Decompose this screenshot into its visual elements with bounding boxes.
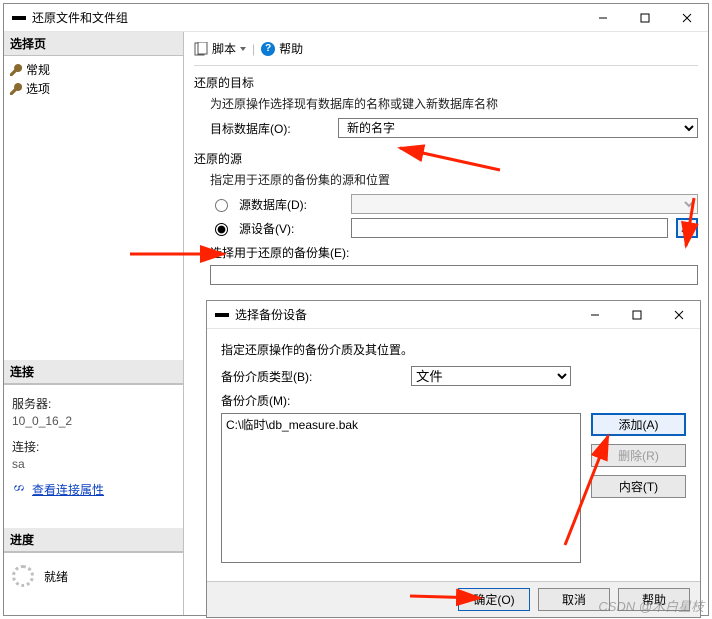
minimize-button[interactable] [582, 4, 624, 31]
media-type-combo[interactable]: 文件 [411, 366, 571, 386]
connection-header: 连接 [4, 360, 183, 384]
content-toolbar: 脚本 | ? 帮助 [194, 38, 698, 66]
destination-title: 还原的目标 [194, 74, 698, 91]
chevron-down-icon [240, 47, 246, 51]
help-icon: ? [261, 42, 275, 56]
backup-sets-grid[interactable] [210, 265, 698, 285]
window-title: 还原文件和文件组 [32, 9, 582, 26]
contents-button[interactable]: 内容(T) [591, 475, 686, 498]
sidebar-item-label: 选项 [26, 80, 50, 97]
ok-button[interactable]: 确定(O) [458, 588, 530, 611]
window-icon [215, 311, 229, 319]
select-backup-device-dialog: 选择备份设备 指定还原操作的备份介质及其位置。 备份介质类型(B): 文件 备份… [206, 300, 701, 618]
dialog-instruction: 指定还原操作的备份介质及其位置。 [221, 341, 686, 358]
from-db-combo [351, 194, 698, 214]
dialog-minimize-button[interactable] [574, 301, 616, 328]
browse-device-button[interactable]: … [676, 218, 698, 238]
backup-sets-label: 选择用于还原的备份集(E): [210, 244, 698, 261]
progress-pane: 就绪 [4, 552, 183, 615]
close-button[interactable] [666, 4, 708, 31]
view-connection-properties-link[interactable]: 查看连接属性 [32, 481, 104, 498]
sidebar: 选择页 常规 选项 连接 服务器: 10_0_16_2 连接: [4, 32, 184, 615]
server-value: 10_0_16_2 [12, 414, 175, 428]
progress-status: 就绪 [44, 568, 68, 585]
media-label: 备份介质(M): [221, 392, 401, 409]
media-item[interactable]: C:\临时\db_measure.bak [226, 416, 576, 433]
from-device-radio[interactable] [215, 223, 228, 236]
sidebar-item-general[interactable]: 常规 [10, 60, 177, 79]
media-listbox[interactable]: C:\临时\db_measure.bak [221, 413, 581, 563]
remove-button[interactable]: 删除(R) [591, 444, 686, 467]
source-sub: 指定用于还原的备份集的源和位置 [210, 171, 698, 188]
media-type-label: 备份介质类型(B): [221, 368, 401, 385]
maximize-button[interactable] [624, 4, 666, 31]
server-label: 服务器: [12, 395, 175, 412]
select-page-header: 选择页 [4, 32, 183, 56]
conn-label: 连接: [12, 438, 175, 455]
script-button[interactable]: 脚本 [194, 40, 246, 57]
window-icon [12, 14, 26, 22]
progress-header: 进度 [4, 528, 183, 552]
help-button[interactable]: ? 帮助 [261, 40, 303, 57]
window-buttons [582, 4, 708, 31]
spinner-icon [12, 565, 34, 587]
dialog-footer: 确定(O) 取消 帮助 [207, 581, 700, 617]
from-db-label: 源数据库(D): [239, 196, 343, 213]
script-label: 脚本 [212, 40, 236, 57]
script-icon [194, 42, 208, 56]
source-title: 还原的源 [194, 150, 698, 167]
sidebar-item-options[interactable]: 选项 [10, 79, 177, 98]
dialog-title: 选择备份设备 [235, 306, 574, 323]
target-db-combo[interactable]: 新的名字 [338, 118, 698, 138]
destination-sub: 为还原操作选择现有数据库的名称或键入新数据库名称 [210, 95, 698, 112]
add-button[interactable]: 添加(A) [591, 413, 686, 436]
wrench-icon [10, 64, 22, 76]
device-path-input[interactable] [351, 218, 668, 238]
sidebar-item-label: 常规 [26, 61, 50, 78]
conn-value: sa [12, 457, 175, 471]
help-dialog-button[interactable]: 帮助 [618, 588, 690, 611]
titlebar: 还原文件和文件组 [4, 4, 708, 32]
wrench-icon [10, 83, 22, 95]
dialog-maximize-button[interactable] [616, 301, 658, 328]
dialog-titlebar: 选择备份设备 [207, 301, 700, 329]
help-label: 帮助 [279, 40, 303, 57]
from-device-label: 源设备(V): [239, 220, 343, 237]
link-icon [12, 481, 26, 498]
dialog-close-button[interactable] [658, 301, 700, 328]
target-db-label: 目标数据库(O): [210, 120, 330, 137]
connection-pane: 服务器: 10_0_16_2 连接: sa 查看连接属性 [4, 384, 183, 502]
cancel-button[interactable]: 取消 [538, 588, 610, 611]
from-database-radio[interactable] [215, 199, 228, 212]
